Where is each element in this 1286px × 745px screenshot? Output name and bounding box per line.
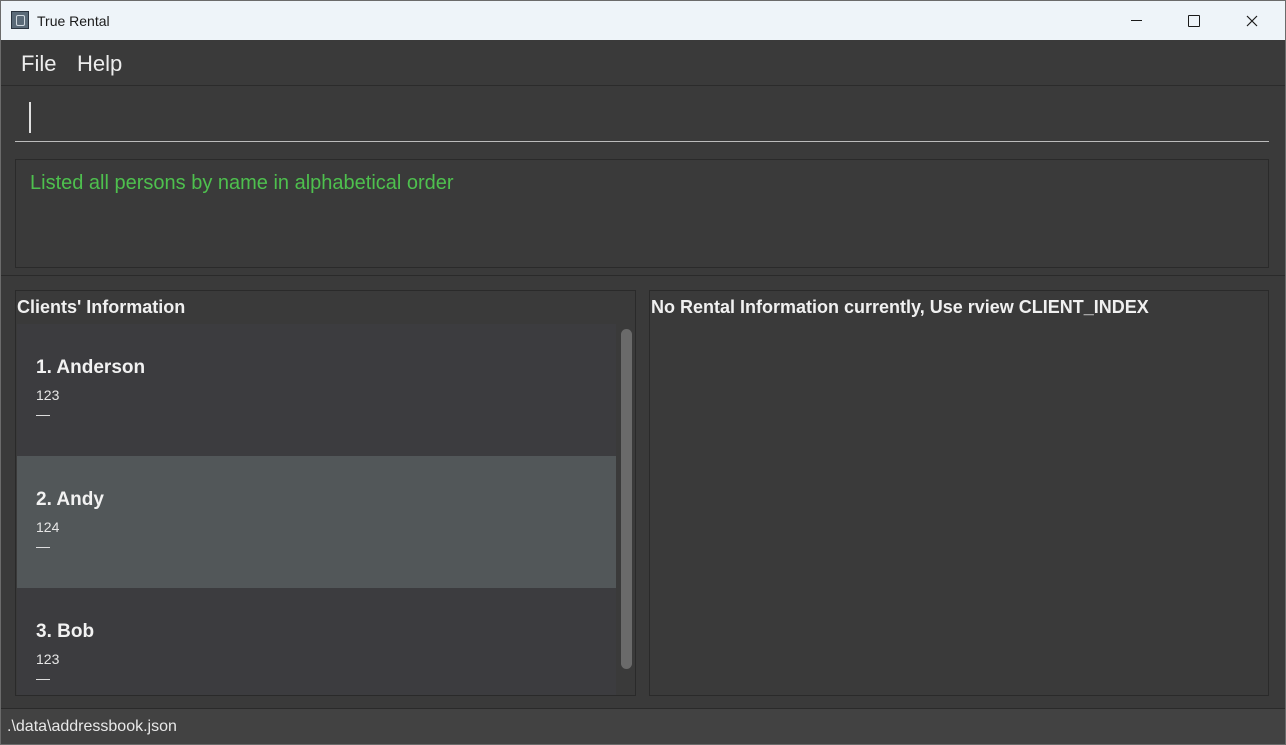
menu-help[interactable]: Help	[77, 51, 122, 77]
command-input[interactable]	[15, 91, 1269, 142]
text-caret	[29, 102, 31, 133]
scrollbar-thumb[interactable]	[621, 329, 632, 669]
clients-panel-title: Clients' Information	[17, 297, 186, 317]
title-bar[interactable]: True Rental	[1, 1, 1285, 40]
client-name: 1. Anderson	[36, 357, 146, 378]
clients-panel: Clients' Information 1. Anderson 123 — 2…	[15, 290, 636, 696]
app-icon	[11, 11, 29, 29]
client-name: 3. Bob	[36, 621, 95, 642]
client-phone: 123	[36, 387, 60, 403]
result-display: Listed all persons by name in alphabetic…	[15, 159, 1269, 268]
window-title: True Rental	[37, 13, 110, 29]
client-name: 2. Andy	[36, 489, 104, 510]
client-extra: —	[36, 670, 50, 686]
minimize-icon	[1130, 20, 1142, 21]
rental-panel: No Rental Information currently, Use rvi…	[649, 290, 1269, 696]
status-bar: .\data\addressbook.json	[1, 708, 1285, 744]
client-card[interactable]: 3. Bob 123 —	[17, 588, 616, 695]
client-list[interactable]: 1. Anderson 123 — 2. Andy 124 — 3. Bob 1…	[17, 324, 616, 695]
client-extra: —	[36, 406, 50, 422]
result-message: Listed all persons by name in alphabetic…	[30, 172, 454, 194]
status-file-path: .\data\addressbook.json	[7, 718, 177, 735]
client-card[interactable]: 1. Anderson 123 —	[17, 324, 616, 456]
client-phone: 123	[36, 651, 60, 667]
client-extra: —	[36, 538, 50, 554]
client-phone: 124	[36, 519, 60, 535]
close-icon	[1246, 15, 1258, 26]
client-card-selected[interactable]: 2. Andy 124 —	[17, 456, 616, 588]
app-window: True Rental File Help Listed all persons…	[0, 0, 1286, 745]
minimize-button[interactable]	[1107, 1, 1165, 40]
divider	[1, 275, 1285, 276]
menu-bar: File Help	[1, 40, 1285, 86]
maximize-button[interactable]	[1165, 1, 1223, 40]
command-area	[1, 86, 1285, 154]
menu-file[interactable]: File	[21, 51, 56, 77]
close-button[interactable]	[1223, 1, 1281, 40]
maximize-icon	[1188, 14, 1200, 27]
rental-panel-title: No Rental Information currently, Use rvi…	[651, 297, 1149, 317]
client-list-scrollbar[interactable]	[618, 324, 634, 695]
